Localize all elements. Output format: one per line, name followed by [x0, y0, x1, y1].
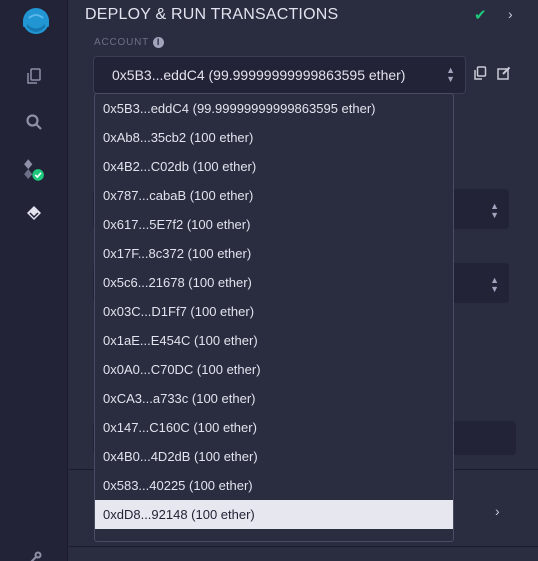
- account-select[interactable]: 0x5B3...eddC4 (99.99999999999863595 ethe…: [93, 56, 466, 94]
- account-select-value: 0x5B3...eddC4 (99.99999999999863595 ethe…: [112, 67, 406, 83]
- settings-icon[interactable]: [20, 545, 48, 561]
- account-option[interactable]: 0xCA3...a733c (100 ether): [95, 384, 453, 413]
- panel-title: DEPLOY & RUN TRANSACTIONS: [85, 6, 339, 23]
- account-option[interactable]: 0x5c6...21678 (100 ether): [95, 268, 453, 297]
- account-option[interactable]: 0x17F...8c372 (100 ether): [95, 239, 453, 268]
- chevron-right-icon[interactable]: ›: [495, 503, 500, 519]
- account-option[interactable]: 0x583...40225 (100 ether): [95, 471, 453, 500]
- select-arrows-icon: ▲ ▼: [490, 201, 499, 220]
- icon-rail: [0, 0, 68, 561]
- account-option[interactable]: 0x5B3...eddC4 (99.99999999999863595 ethe…: [95, 94, 453, 123]
- account-option-highlighted[interactable]: 0xdD8...92148 (100 ether): [95, 500, 453, 529]
- info-icon[interactable]: i: [153, 37, 165, 48]
- check-icon: ✔: [474, 7, 487, 24]
- file-explorer-icon[interactable]: [20, 62, 48, 90]
- account-label-text: ACCOUNT: [94, 37, 150, 48]
- account-option[interactable]: 0x03C...D1Ff7 (100 ether): [95, 297, 453, 326]
- account-option[interactable]: 0x787...cabaB (100 ether): [95, 181, 453, 210]
- edit-icon[interactable]: [497, 66, 511, 85]
- account-option[interactable]: 0x1aE...E454C (100 ether): [95, 326, 453, 355]
- account-option[interactable]: 0x0A0...C70DC (100 ether): [95, 355, 453, 384]
- select-arrows-icon: ▲ ▼: [446, 65, 455, 84]
- deploy-run-icon[interactable]: [20, 200, 48, 228]
- account-option[interactable]: 0x4B2...C02db (100 ether): [95, 152, 453, 181]
- chevron-right-icon[interactable]: ›: [508, 6, 513, 22]
- section-divider: [69, 546, 538, 547]
- account-option[interactable]: 0x147...C160C (100 ether): [95, 413, 453, 442]
- account-option[interactable]: 0x4B0...4D2dB (100 ether): [95, 442, 453, 471]
- solidity-compiler-icon[interactable]: [20, 156, 48, 184]
- remix-logo-icon[interactable]: [18, 4, 54, 40]
- search-icon[interactable]: [20, 108, 48, 136]
- account-label: ACCOUNT i: [94, 37, 165, 48]
- account-option[interactable]: 0xAb8...35cb2 (100 ether): [95, 123, 453, 152]
- copy-icon[interactable]: [473, 66, 487, 85]
- account-dropdown[interactable]: 0x5B3...eddC4 (99.99999999999863595 ethe…: [94, 93, 454, 542]
- select-arrows-icon: ▲ ▼: [490, 275, 499, 294]
- account-option[interactable]: 0x617...5E7f2 (100 ether): [95, 210, 453, 239]
